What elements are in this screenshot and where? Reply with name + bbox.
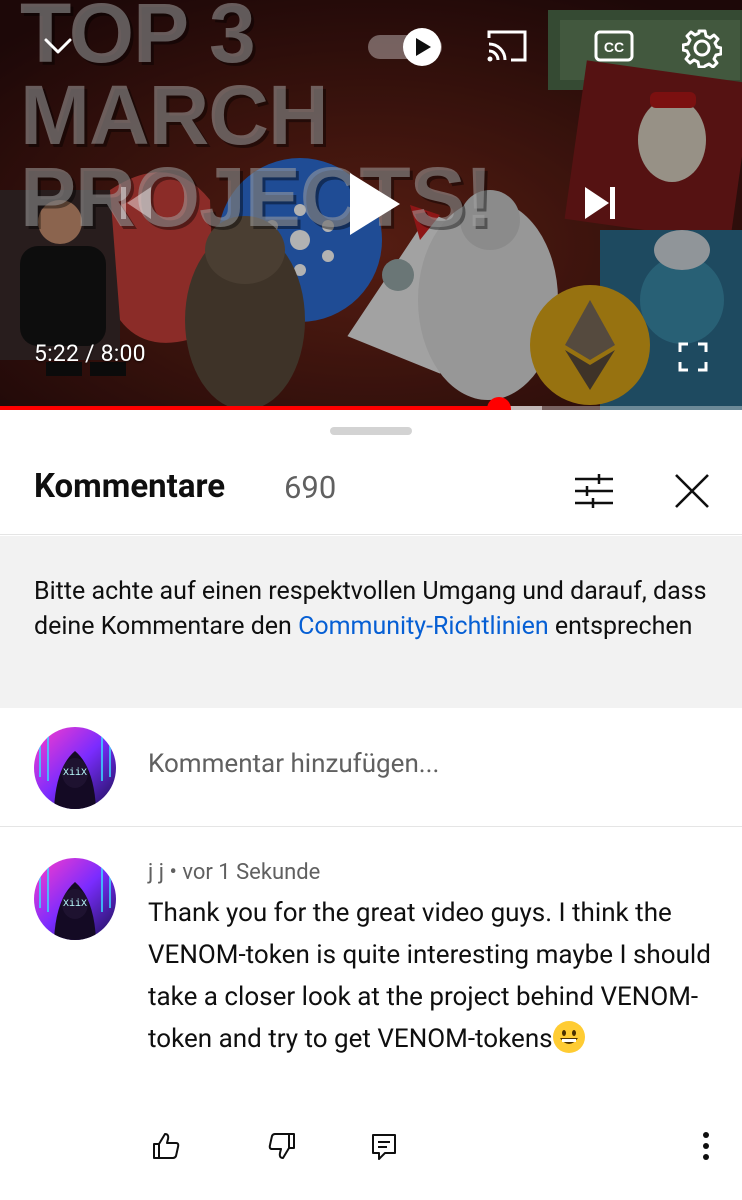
chevron-down-icon[interactable] — [38, 26, 78, 66]
svg-text:XiiX: XiiX — [63, 767, 87, 779]
comments-panel: Kommentare 690 Bitte achte auf einen res… — [0, 411, 742, 1200]
community-notice: Bitte achte auf einen respektvollen Umga… — [0, 536, 742, 708]
comment-meta: j j • vor 1 Sekunde — [148, 860, 320, 885]
community-guidelines-link[interactable]: Community-Richtlinien — [298, 612, 549, 641]
comment-author[interactable]: j j — [148, 860, 164, 885]
reply-icon[interactable] — [366, 1128, 402, 1164]
skip-next-icon[interactable] — [576, 178, 626, 228]
skip-previous-icon[interactable] — [110, 178, 160, 228]
video-time: 5:22 / 8:00 — [34, 340, 146, 367]
dislike-icon[interactable] — [264, 1128, 300, 1164]
video-player[interactable]: TOP 3 MARCH PROJECTS! CC 5:22 / 8:00 — [0, 0, 742, 410]
comment-body: Thank you for the great video guys. I th… — [148, 898, 711, 1054]
current-time: 5:22 — [34, 340, 80, 367]
comments-count: 690 — [284, 469, 337, 506]
total-time: 8:00 — [100, 340, 146, 367]
comment-text: Thank you for the great video guys. I th… — [148, 892, 718, 1060]
comments-title: Kommentare — [34, 467, 226, 506]
fullscreen-icon[interactable] — [674, 338, 712, 376]
close-icon[interactable] — [668, 467, 716, 515]
cast-icon[interactable] — [484, 26, 530, 66]
add-comment-input[interactable]: Kommentar hinzufügen... — [148, 749, 439, 779]
meta-separator: • — [163, 860, 183, 885]
avatar[interactable]: XiiX — [34, 858, 116, 940]
notice-text-2: entsprechen — [548, 612, 693, 641]
svg-text:XiiX: XiiX — [63, 898, 87, 910]
closed-captions-icon[interactable]: CC — [592, 28, 636, 64]
add-comment-row[interactable]: XiiX Kommentar hinzufügen... — [0, 709, 742, 827]
avatar: XiiX — [34, 727, 116, 809]
autoplay-toggle-icon[interactable] — [366, 28, 444, 66]
sort-filter-icon[interactable] — [570, 467, 618, 515]
svg-text:CC: CC — [604, 39, 624, 55]
grinning-face-icon — [552, 1021, 585, 1053]
gear-icon[interactable] — [680, 26, 724, 70]
progress-fill — [0, 406, 499, 410]
more-options-icon[interactable] — [688, 1128, 724, 1164]
play-icon[interactable] — [336, 166, 412, 242]
comment-item: XiiX j j • vor 1 Sekunde Thank you for t… — [0, 828, 742, 1200]
time-separator: / — [79, 340, 101, 367]
drag-handle[interactable] — [330, 427, 412, 435]
comments-header: Kommentare 690 — [0, 447, 742, 535]
like-icon[interactable] — [148, 1128, 184, 1164]
comment-time: vor 1 Sekunde — [182, 860, 321, 885]
